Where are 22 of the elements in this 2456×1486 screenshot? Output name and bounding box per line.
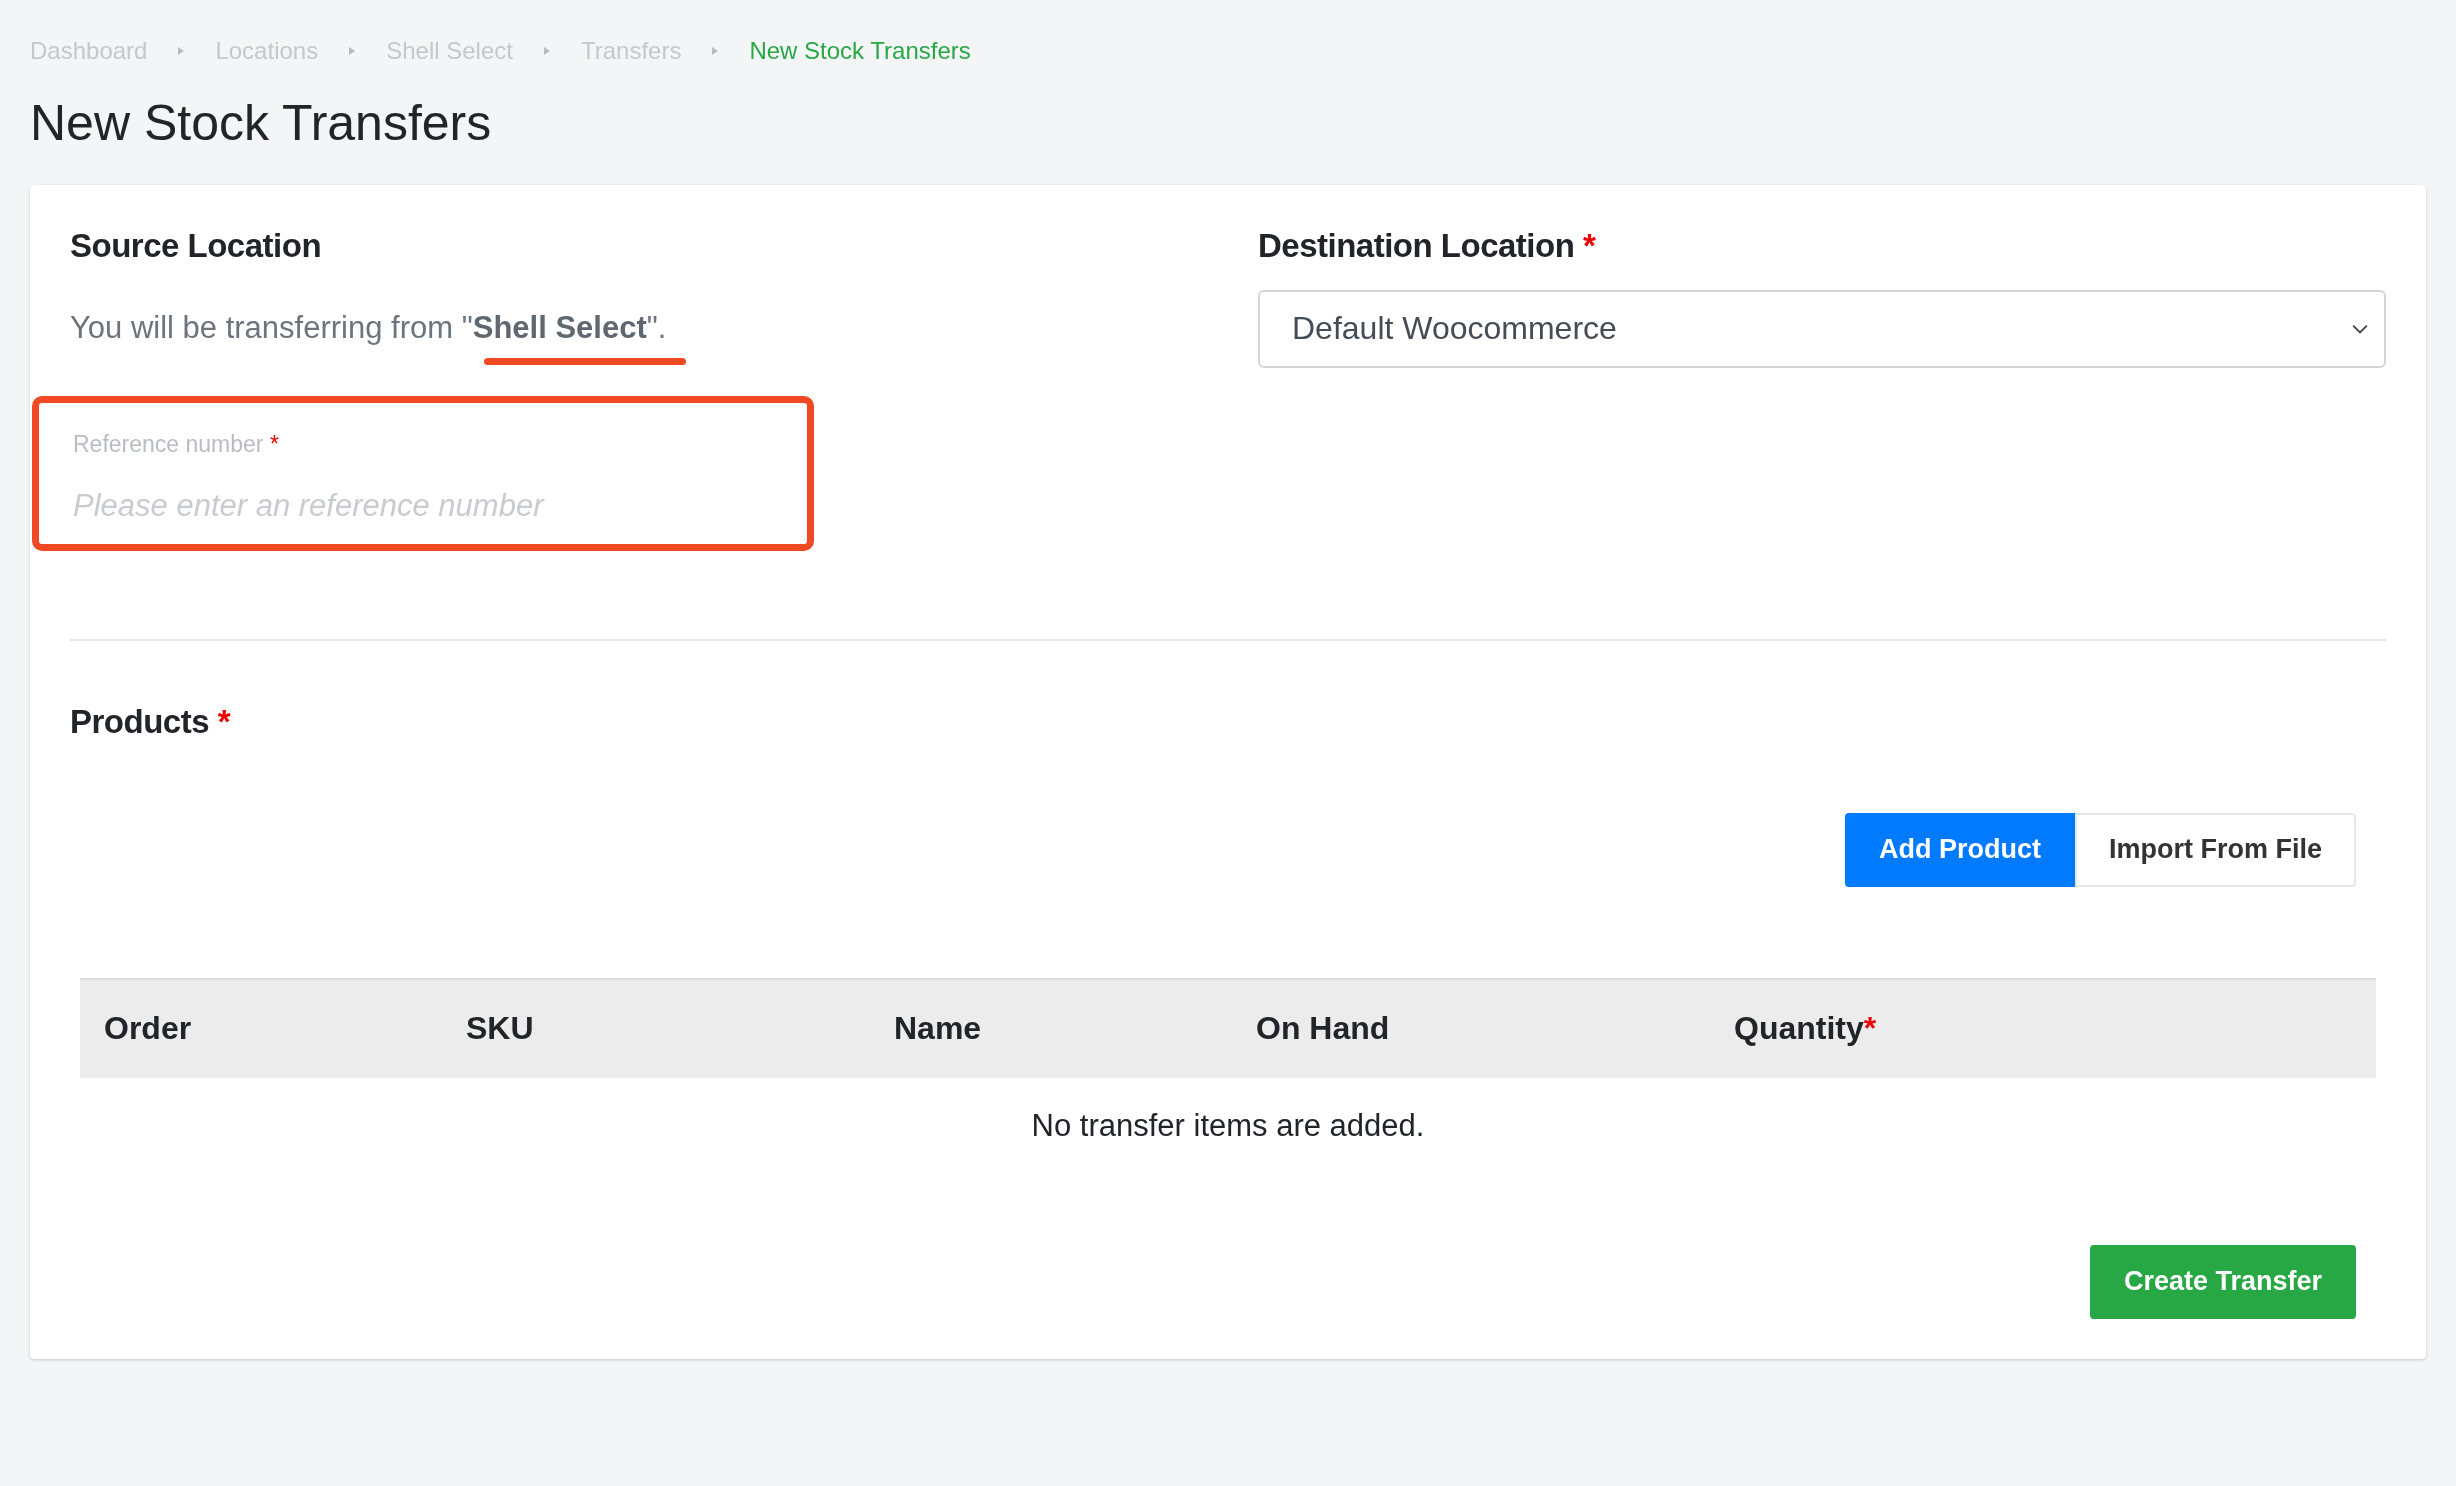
column-header: Quantity* (1734, 1010, 1877, 1048)
column-header: Name (894, 1010, 983, 1048)
page-title: New Stock Transfers (30, 96, 493, 151)
field-label: Reference number * (73, 430, 280, 458)
section-heading: Source Location (70, 226, 323, 266)
caret-right-icon (711, 46, 720, 56)
caret-right-icon (177, 46, 186, 56)
column-header: On Hand (1256, 1010, 1391, 1048)
section-heading: Products * (70, 701, 232, 742)
section-heading: Destination Location * (1258, 226, 1597, 266)
chevron-down-icon (2352, 323, 2368, 334)
create-transfer-button[interactable]: Create Transfer (2089, 1244, 2356, 1319)
action-button[interactable]: Add Product (1845, 812, 2075, 887)
caret-right-icon (542, 46, 551, 56)
destination-dropdown[interactable]: Default Woocommerce (1258, 289, 2386, 368)
caret-right-icon (348, 46, 357, 56)
breadcrumb-link[interactable]: New Stock Transfers (749, 37, 971, 65)
action-button[interactable]: Import From File (2075, 812, 2356, 887)
column-header: Order (104, 1010, 193, 1048)
source-text: You will be transferring from "Shell Select". (70, 309, 668, 346)
column-header: SKU (466, 1010, 535, 1048)
empty-message: No transfer items are added. (1030, 1106, 1426, 1144)
